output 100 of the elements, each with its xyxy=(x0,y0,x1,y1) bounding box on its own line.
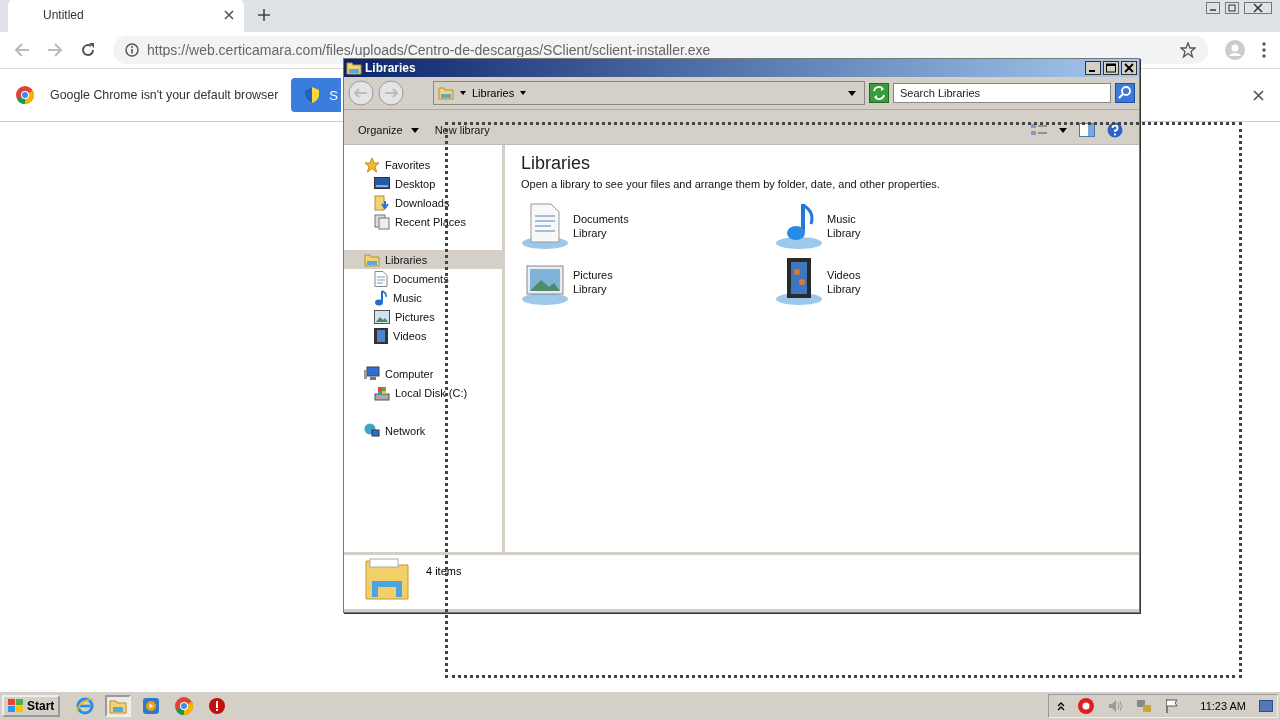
nav-item[interactable]: Favorites xyxy=(344,155,502,174)
record-icon[interactable] xyxy=(1078,698,1095,714)
film-icon xyxy=(374,327,388,344)
close-icon[interactable] xyxy=(1121,61,1137,75)
close-icon[interactable] xyxy=(224,10,234,20)
item-count: 4 items xyxy=(426,565,462,577)
caret-icon xyxy=(410,127,419,133)
restore-icon[interactable] xyxy=(1225,2,1239,14)
help-icon[interactable] xyxy=(1107,122,1123,138)
nav-item[interactable]: Desktop xyxy=(344,174,502,193)
music-library-icon xyxy=(775,202,823,250)
caret-icon[interactable] xyxy=(460,91,466,95)
library-name: Videos xyxy=(827,268,861,282)
library-icon xyxy=(438,85,454,101)
nav-label: Videos xyxy=(393,329,427,342)
nav-item[interactable]: Libraries xyxy=(344,250,502,269)
library-type: Library xyxy=(827,226,861,240)
caret-icon[interactable] xyxy=(848,90,856,96)
caret-icon[interactable] xyxy=(520,91,527,95)
description-text: Open a library to see your files and arrange them by folder, date, and other properties. xyxy=(521,178,941,190)
media-player-icon xyxy=(142,697,161,715)
disk-icon xyxy=(374,384,390,401)
refresh-icon[interactable] xyxy=(869,83,889,103)
network-icon xyxy=(364,422,380,439)
nav-item[interactable]: Network xyxy=(344,421,502,440)
library-item[interactable]: Documents Library xyxy=(521,202,775,250)
library-icon xyxy=(364,251,380,268)
infobar-message: Google Chrome isn't your default browser xyxy=(50,88,279,102)
tab-title: Untitled xyxy=(43,8,85,22)
toolbar-button[interactable]: Organize xyxy=(352,122,425,138)
windows-logo-icon xyxy=(8,699,24,713)
nav-label: Computer xyxy=(385,367,434,380)
nav-label: Documents xyxy=(393,272,449,285)
folder-icon xyxy=(346,61,362,75)
window-title: Libraries xyxy=(365,61,416,75)
document-icon xyxy=(374,270,388,287)
nav-label: Downloads xyxy=(395,196,450,209)
folder-icon xyxy=(109,698,128,714)
documents-library-icon xyxy=(521,202,569,250)
chrome-logo-icon xyxy=(16,86,34,104)
nav-label: Local Disk (C:) xyxy=(395,386,468,399)
library-folder-icon xyxy=(364,557,410,601)
library-name: Music xyxy=(827,212,857,226)
star-icon xyxy=(364,156,380,173)
page-heading: Libraries xyxy=(521,153,592,174)
address-bar[interactable]: Libraries xyxy=(433,81,865,105)
close-icon[interactable] xyxy=(1244,2,1272,14)
nav-item[interactable]: Documents xyxy=(344,269,502,288)
browser-e-icon xyxy=(76,697,95,715)
desktop-icon xyxy=(374,176,390,191)
nav-item[interactable]: Downloads xyxy=(344,193,502,212)
reload-icon[interactable] xyxy=(80,42,96,58)
search-icon[interactable] xyxy=(1115,83,1135,103)
library-item[interactable]: Pictures Library xyxy=(521,258,775,306)
close-icon[interactable] xyxy=(1253,89,1264,101)
set-default-button[interactable]: S xyxy=(291,78,342,112)
url-text: https://web.certicamara.com/files/uploads/Centro-de-descargas/SClient/sclient-installer.exe xyxy=(147,43,712,57)
nav-item[interactable]: Music xyxy=(344,288,502,307)
nav-item[interactable]: Pictures xyxy=(344,307,502,326)
search-field[interactable]: Search Libraries xyxy=(893,83,1111,103)
download-folder-icon xyxy=(374,194,390,211)
library-item[interactable]: Music Library xyxy=(775,202,1029,250)
library-name: Documents xyxy=(573,212,629,226)
breadcrumb[interactable]: Libraries xyxy=(472,87,515,99)
start-button[interactable]: Start xyxy=(2,695,61,717)
maximize-icon[interactable] xyxy=(1103,61,1119,75)
library-type: Library xyxy=(573,282,608,296)
nav-item[interactable]: Computer xyxy=(344,364,502,383)
chevron-up-icon[interactable] xyxy=(1057,701,1066,711)
preview-pane-icon[interactable] xyxy=(1079,123,1095,137)
chrome-logo-icon xyxy=(175,697,194,715)
picture-icon xyxy=(374,309,390,324)
library-type: Library xyxy=(827,282,861,296)
bookmark-star-icon[interactable] xyxy=(1180,42,1196,58)
browser-tab[interactable]: Untitled xyxy=(8,0,244,32)
new-tab-icon[interactable] xyxy=(258,9,270,21)
nav-label: Pictures xyxy=(395,310,435,323)
nav-item[interactable]: Local Disk (C:) xyxy=(344,383,502,402)
nav-label: Music xyxy=(393,291,422,304)
clock: 11:23 AM xyxy=(1200,700,1246,712)
menu-icon[interactable] xyxy=(1262,42,1266,58)
caret-icon[interactable] xyxy=(1059,127,1067,133)
recent-places-icon xyxy=(374,213,390,230)
nav-label: Network xyxy=(385,424,426,437)
library-name: Pictures xyxy=(573,268,613,282)
stop-icon xyxy=(208,697,227,715)
videos-library-icon xyxy=(775,258,823,306)
nav-label: Favorites xyxy=(385,158,431,171)
nav-label: Libraries xyxy=(385,253,428,266)
nav-label: Desktop xyxy=(395,177,436,190)
music-note-icon xyxy=(374,289,388,306)
flag-icon[interactable] xyxy=(1165,698,1180,714)
library-type: Library xyxy=(573,226,608,240)
minimize-icon[interactable] xyxy=(1085,61,1101,75)
shield-icon xyxy=(305,87,320,103)
library-item[interactable]: Videos Library xyxy=(775,258,1029,306)
computer-icon xyxy=(364,365,380,382)
nav-item[interactable]: Videos xyxy=(344,326,502,345)
info-icon xyxy=(125,43,139,57)
view-options-icon[interactable] xyxy=(1031,123,1047,137)
